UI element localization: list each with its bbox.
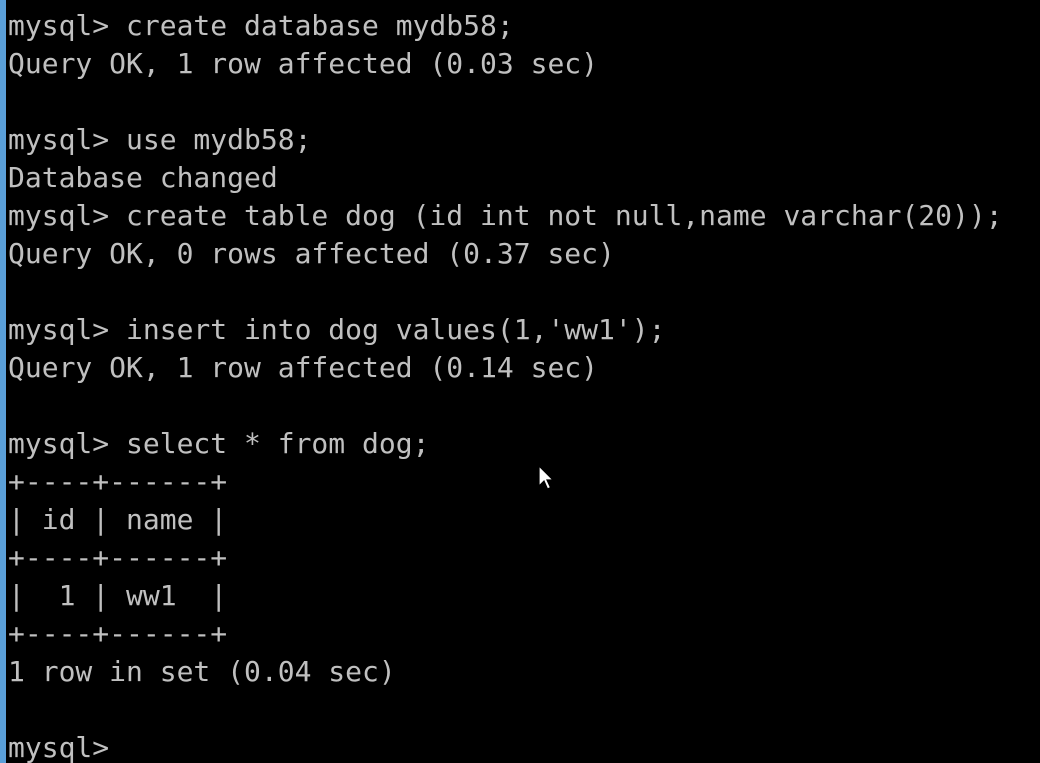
- console-line: mysql> insert into dog values(1,'ww1');: [8, 313, 666, 346]
- prompt-line[interactable]: mysql>: [8, 729, 1040, 763]
- result-table-border: +----+------+: [8, 465, 228, 498]
- console-line: Query OK, 0 rows affected (0.37 sec): [8, 237, 615, 270]
- console-line: mysql> use mydb58;: [8, 123, 312, 156]
- result-table-header: | id | name |: [8, 503, 228, 536]
- console-line: Database changed: [8, 161, 278, 194]
- console-output[interactable]: mysql> create database mydb58; Query OK,…: [8, 7, 1040, 763]
- console-line: 1 row in set (0.04 sec): [8, 655, 396, 688]
- result-table-border: +----+------+: [8, 541, 228, 574]
- window-left-border: [0, 0, 6, 763]
- console-line: mysql> create database mydb58;: [8, 9, 514, 42]
- console-line: Query OK, 1 row affected (0.14 sec): [8, 351, 599, 384]
- console-line: mysql> create table dog (id int not null…: [8, 199, 1003, 232]
- console-line: Query OK, 1 row affected (0.03 sec): [8, 47, 599, 80]
- result-table-border: +----+------+: [8, 617, 228, 650]
- result-table-row: | 1 | ww1 |: [8, 579, 228, 612]
- terminal-window[interactable]: mysql> create database mydb58; Query OK,…: [0, 0, 1040, 763]
- console-line: mysql> select * from dog;: [8, 427, 430, 460]
- mouse-pointer-icon: [538, 465, 554, 490]
